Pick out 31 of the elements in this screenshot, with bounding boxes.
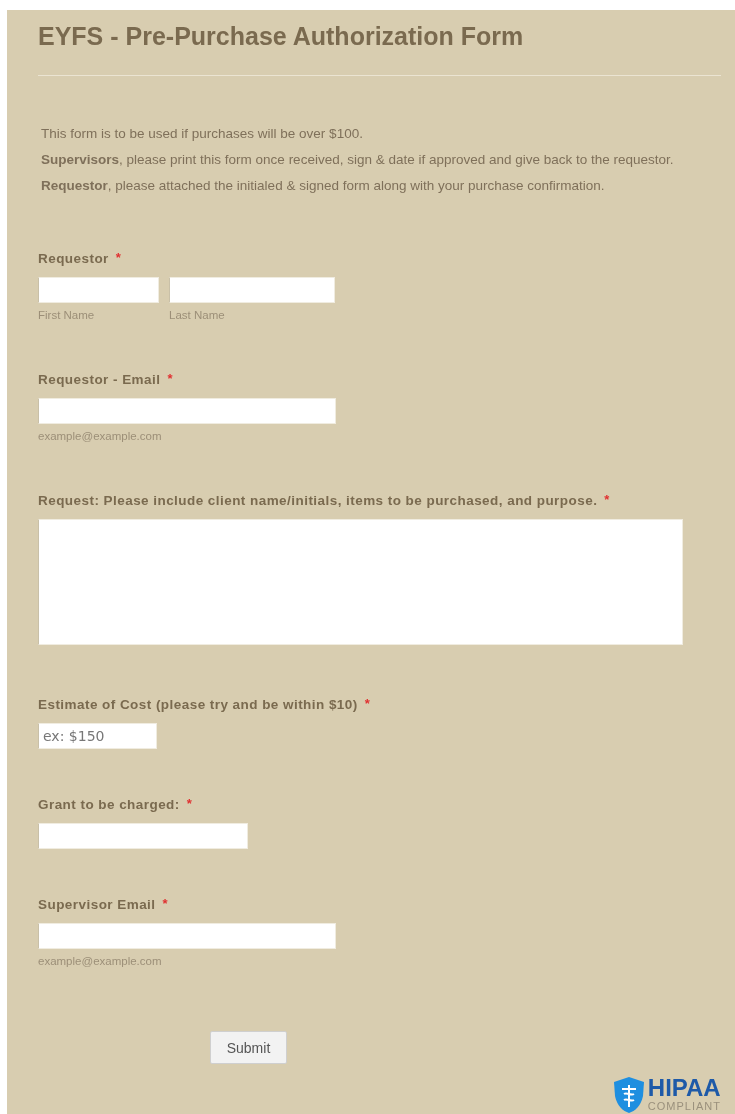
- intro-text: Requestor, please attached the initialed & signed form along with your purchase confirmation.: [41, 178, 606, 194]
- cost-field[interactable]: ex: $150: [38, 723, 157, 749]
- field-label: Grant to be charged:: [38, 796, 180, 813]
- form-title: EYFS - Pre-Purchase Authorization Form: [38, 21, 525, 52]
- required-asterisk: *: [115, 250, 121, 265]
- field-sublabel: Last Name: [169, 309, 226, 321]
- field-label: Estimate of Cost (please try and be within $10): [38, 696, 358, 713]
- email-field[interactable]: [38, 923, 336, 949]
- shield-icon: [611, 1076, 646, 1114]
- field-sublabel: First Name: [38, 309, 96, 321]
- required-asterisk: *: [604, 492, 610, 507]
- field-hint: example@example.com: [38, 430, 163, 442]
- text-area[interactable]: [38, 519, 683, 645]
- name-field[interactable]: [38, 277, 159, 303]
- required-asterisk: *: [167, 371, 173, 386]
- required-asterisk: *: [186, 796, 192, 811]
- submit-button[interactable]: Submit: [210, 1031, 287, 1064]
- intro-text: Supervisors, please print this form once received, sign & date if approved and give back to the requestor.: [41, 152, 675, 168]
- field-label: Requestor - Email: [38, 371, 161, 388]
- required-asterisk: *: [364, 696, 370, 711]
- input-field[interactable]: [38, 823, 248, 849]
- field-hint: example@example.com: [38, 955, 163, 967]
- badge-title: HIPAA: [647, 1076, 721, 1100]
- intro-text: This form is to be used if purchases will be over $100.: [41, 126, 364, 142]
- field-label: Request: Please include client name/initials, items to be purchased, and purpose.: [38, 492, 598, 509]
- badge-subtitle: COMPLIANT: [647, 1100, 721, 1112]
- name-field[interactable]: [169, 277, 335, 303]
- email-field[interactable]: [38, 398, 336, 424]
- field-label: Requestor: [38, 250, 109, 267]
- required-asterisk: *: [162, 896, 168, 911]
- field-label: Supervisor Email: [38, 896, 156, 913]
